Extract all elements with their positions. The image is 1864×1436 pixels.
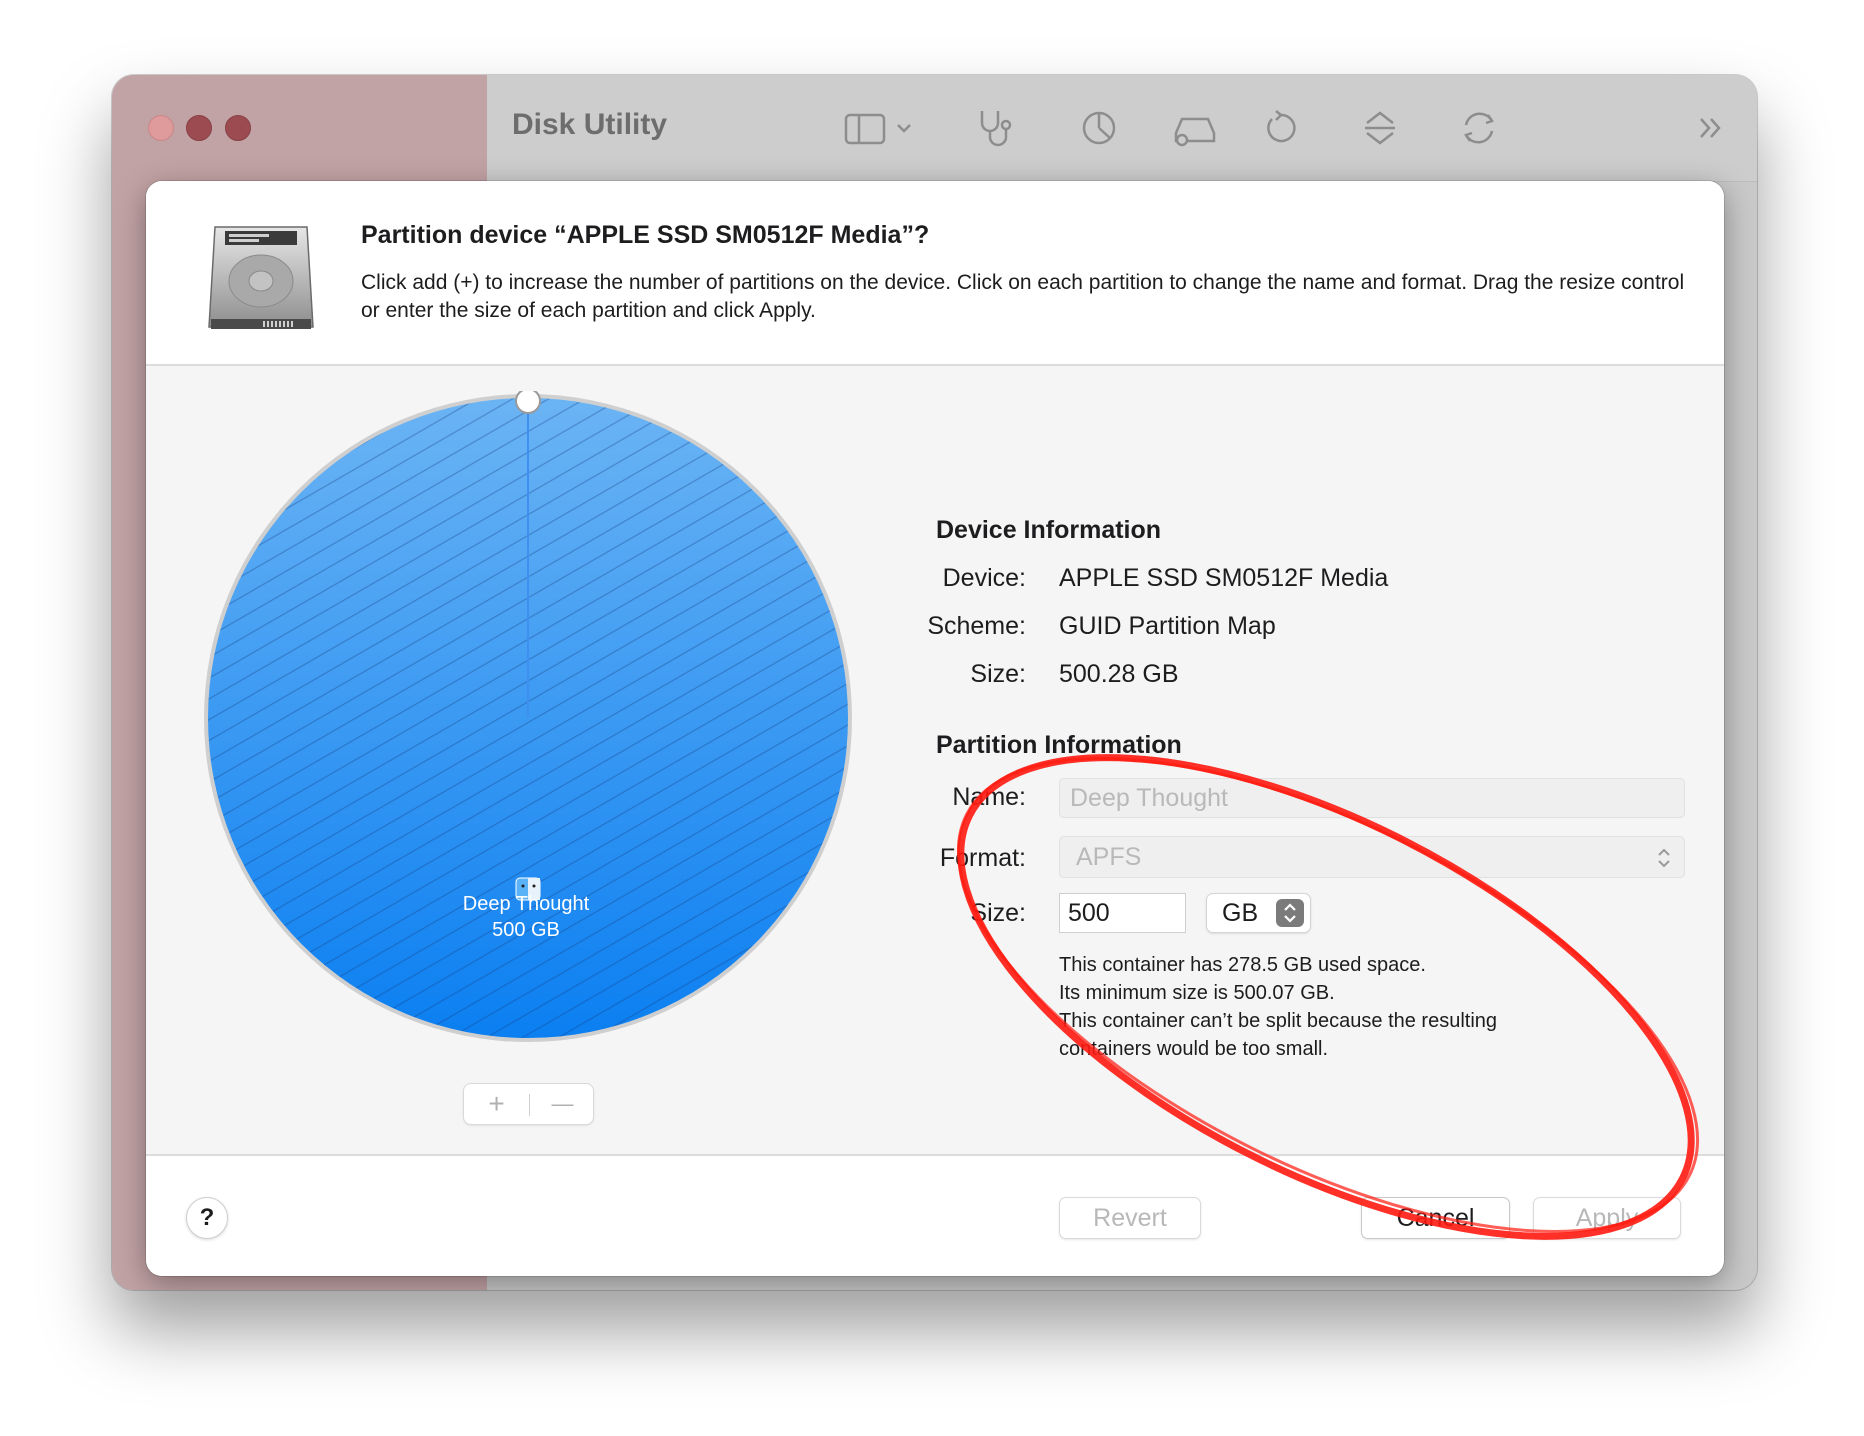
pie-partition-name: Deep Thought	[462, 893, 590, 915]
hard-drive-icon	[208, 226, 314, 329]
scheme-key: Scheme:	[927, 612, 1026, 640]
pie-partition-size: 500 GB	[492, 919, 560, 941]
cancel-button[interactable]: Cancel	[1361, 1197, 1510, 1239]
sidebar-icon[interactable]	[842, 103, 922, 153]
app-title: Disk Utility	[512, 108, 668, 141]
close-button[interactable]	[148, 115, 174, 141]
add-remove-control: + —	[463, 1083, 594, 1125]
updown-chevron-icon	[1284, 903, 1296, 923]
more-icon[interactable]	[1687, 103, 1737, 153]
size-unit-select[interactable]: GB	[1206, 893, 1311, 933]
note-too-small: containers would be too small.	[1059, 1038, 1329, 1060]
device-info-heading: Device Information	[936, 516, 1162, 544]
pie-graphic[interactable]	[201, 388, 855, 1045]
partition-icon[interactable]	[1074, 103, 1124, 153]
note-cannot-split: This container can’t be split because th…	[1059, 1010, 1498, 1032]
minimize-button[interactable]	[186, 115, 212, 141]
remove-partition-button[interactable]: —	[530, 1084, 595, 1126]
partition-size-key: Size:	[970, 899, 1026, 927]
name-key: Name:	[952, 783, 1026, 811]
sheet-title: Partition device “APPLE SSD SM0512F Medi…	[361, 221, 930, 249]
unit-stepper[interactable]	[1276, 899, 1304, 927]
restore-icon[interactable]	[1256, 103, 1306, 153]
format-key: Format:	[939, 844, 1026, 872]
partition-sheet: Partition device “APPLE SSD SM0512F Medi…	[146, 181, 1724, 1276]
device-size-key: Size:	[970, 660, 1026, 688]
mount-icon[interactable]	[1355, 103, 1405, 153]
format-value: APFS	[1076, 843, 1142, 871]
scheme-value: GUID Partition Map	[1059, 612, 1276, 640]
sheet-header: Partition device “APPLE SSD SM0512F Medi…	[146, 181, 1724, 366]
partition-info-heading: Partition Information	[936, 731, 1182, 759]
disk-utility-window: Disk Utility Partition device “APPLE SSD…	[112, 75, 1757, 1290]
zoom-button[interactable]	[225, 115, 251, 141]
erase-icon[interactable]	[1170, 103, 1220, 153]
apply-button[interactable]: Apply	[1533, 1197, 1681, 1239]
sheet-description: Click add (+) to increase the number of …	[361, 271, 1685, 322]
note-used-space: This container has 278.5 GB used space.	[1059, 954, 1426, 976]
device-size-value: 500.28 GB	[1059, 660, 1179, 688]
resize-handle[interactable]	[515, 388, 541, 414]
device-value: APPLE SSD SM0512F Media	[1059, 564, 1389, 592]
size-unit-value: GB	[1222, 899, 1259, 927]
info-icon[interactable]	[1454, 103, 1504, 153]
partition-name-field[interactable]: Deep Thought	[1059, 778, 1685, 818]
revert-button[interactable]: Revert	[1059, 1197, 1201, 1239]
note-minimum-size: Its minimum size is 500.07 GB.	[1059, 982, 1335, 1004]
first-aid-icon[interactable]	[972, 103, 1022, 153]
updown-chevron-icon	[1658, 848, 1670, 868]
device-key: Device:	[942, 564, 1026, 592]
partition-size-input[interactable]: 500	[1059, 893, 1186, 933]
format-select[interactable]: APFS	[1059, 836, 1685, 878]
add-partition-button[interactable]: +	[464, 1084, 529, 1126]
partition-pie[interactable]: Deep Thought 500 GB	[201, 388, 855, 1045]
help-button[interactable]: ?	[186, 1197, 228, 1239]
